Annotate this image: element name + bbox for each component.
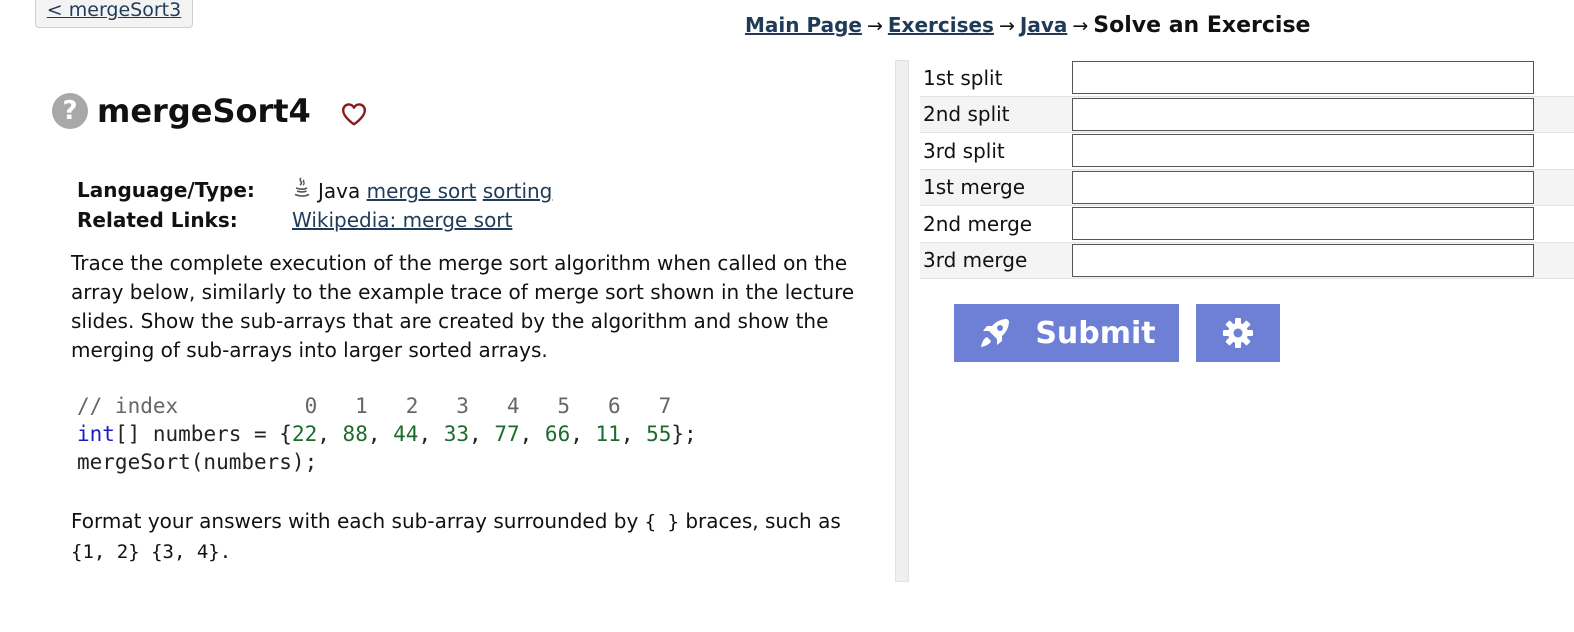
breadcrumb: Main Page → Exercises → Java → Solve an Exerci… [745,10,1310,41]
answer-label: 2nd merge [923,211,1033,236]
answer-row: 3rd merge [920,242,1574,279]
help-icon[interactable]: ? [52,93,88,129]
code-declaration-end: }; [671,422,697,446]
rocket-icon [981,319,1010,347]
code-value: 88 [342,422,368,446]
code-declaration: [] numbers = { [114,422,292,446]
code-comment: // index 0 1 2 3 4 5 6 7 [77,394,672,418]
related-link-wikipedia[interactable]: Wikipedia: merge sort [292,206,512,235]
code-value: 55 [646,422,672,446]
previous-exercise-link[interactable]: < mergeSort3 [35,0,193,28]
problem-meta: Language/Type: Java merge sort sorting R… [77,176,552,235]
heart-icon[interactable] [341,102,367,126]
answer-label: 1st split [923,65,1003,90]
code-value: 77 [494,422,520,446]
answer-input-3rd-split[interactable] [1072,134,1534,168]
language-label: Language/Type: [77,178,255,202]
submit-button[interactable]: Submit [954,304,1179,362]
breadcrumb-exercises[interactable]: Exercises [888,13,994,37]
answer-input-1st-split[interactable] [1072,61,1534,95]
code-block: // index 0 1 2 3 4 5 6 7 int[] numbers =… [77,394,697,474]
answer-row: 1st split [920,60,1574,97]
gear-icon [1223,318,1253,348]
language-name: Java [318,179,361,203]
panel-splitter[interactable] [895,60,909,582]
related-links-label: Related Links: [77,208,238,232]
submit-label: Submit [1035,315,1156,351]
breadcrumb-main-page[interactable]: Main Page [745,13,862,37]
answer-input-2nd-split[interactable] [1072,97,1534,131]
answer-form: 1st split 2nd split 3rd split 1st merge … [920,60,1574,279]
tag-sorting[interactable]: sorting [483,179,553,203]
code-value: 66 [544,422,571,446]
language-value: Java merge sort sorting [292,176,552,206]
page-title: mergeSort4 [97,92,311,130]
answer-label: 2nd split [923,102,1010,127]
answer-input-3rd-merge[interactable] [1072,243,1534,277]
format-note-braces: { } [644,511,679,533]
code-keyword: int [77,422,115,446]
format-note: Format your answers with each sub-array … [71,507,861,567]
code-value: 11 [595,422,621,446]
answer-input-2nd-merge[interactable] [1072,207,1534,241]
answer-row: 2nd split [920,96,1574,133]
tag-merge-sort[interactable]: merge sort [367,179,477,203]
breadcrumb-java[interactable]: Java [1020,13,1067,37]
answer-row: 3rd split [920,133,1574,170]
breadcrumb-arrow-icon: → [998,15,1015,37]
answer-label: 1st merge [923,175,1026,200]
code-value: 22 [291,422,318,446]
breadcrumb-arrow-icon: → [1072,15,1089,37]
java-icon [294,177,310,197]
format-note-example: {1, 2} {3, 4}. [71,541,232,563]
answer-label: 3rd merge [923,248,1028,273]
breadcrumb-arrow-icon: → [866,15,883,37]
format-note-text: braces, such as [685,509,841,533]
answer-label: 3rd split [923,138,1005,163]
answer-input-1st-merge[interactable] [1072,170,1534,204]
answer-row: 2nd merge [920,206,1574,243]
code-value: 44 [393,422,419,446]
answer-row: 1st merge [920,169,1574,206]
code-call: mergeSort(numbers); [77,450,318,474]
title-row: ? mergeSort4 [52,90,367,132]
breadcrumb-current: Solve an Exercise [1093,13,1311,38]
format-note-text: Format your answers with each sub-array … [71,509,639,533]
code-value: 33 [443,422,470,446]
problem-description: Trace the complete execution of the merg… [71,251,855,362]
settings-button[interactable] [1196,304,1280,362]
